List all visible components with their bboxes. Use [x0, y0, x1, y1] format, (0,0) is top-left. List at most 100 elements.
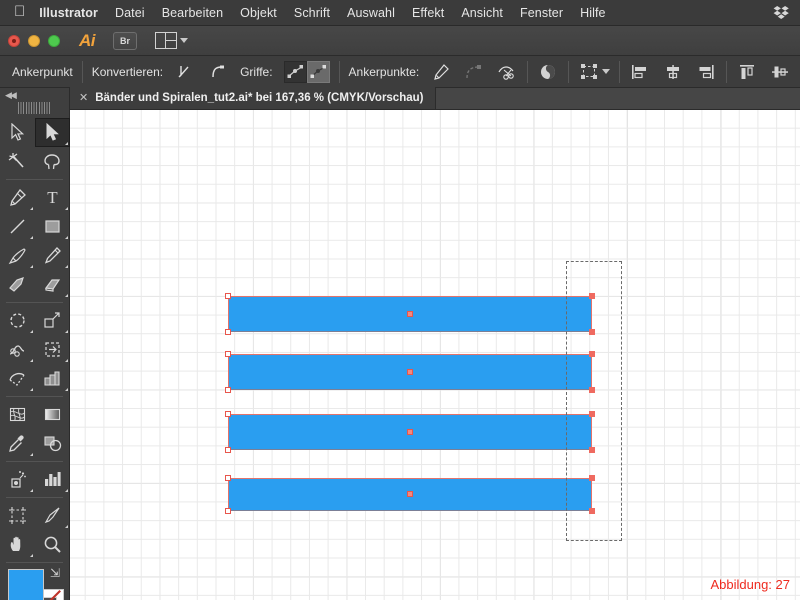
anchor-point[interactable] [225, 329, 231, 335]
direct-selection-tool[interactable] [35, 118, 70, 147]
hand-tool[interactable] [0, 530, 35, 559]
selection-marquee[interactable] [566, 261, 622, 541]
center-point[interactable] [407, 311, 413, 317]
blend-tool[interactable] [35, 429, 70, 458]
center-point[interactable] [407, 491, 413, 497]
magnifier-icon [44, 536, 61, 553]
arrow-icon [11, 123, 25, 141]
gradient-mesh-tool[interactable] [35, 364, 70, 393]
lasso-tool[interactable] [35, 147, 70, 176]
tool-divider-3 [6, 396, 63, 397]
blob-brush-tool[interactable] [0, 270, 35, 299]
menu-item-schrift[interactable]: Schrift [285, 6, 338, 20]
align-right-icon[interactable] [695, 61, 717, 83]
menu-item-datei[interactable]: Datei [107, 6, 154, 20]
eraser-icon [44, 279, 61, 292]
show-handles-icon[interactable] [283, 60, 307, 83]
center-point[interactable] [407, 369, 413, 375]
gradient-icon [44, 408, 61, 421]
menu-item-fenster[interactable]: Fenster [512, 6, 572, 20]
paintbrush-tool[interactable] [0, 241, 35, 270]
arrange-documents-button[interactable] [155, 32, 188, 49]
rectangle-tool[interactable] [35, 212, 70, 241]
convert-to-smooth-icon[interactable] [207, 61, 229, 83]
zoom-button[interactable] [48, 34, 60, 47]
anchor-point[interactable] [225, 411, 231, 417]
go-to-bridge-button[interactable]: Br [113, 31, 137, 50]
remove-anchor-icon[interactable] [463, 61, 485, 83]
menu-item-auswahl[interactable]: Auswahl [339, 6, 404, 20]
tool-group-symbols [0, 465, 69, 494]
anchor-point[interactable] [225, 447, 231, 453]
type-tool[interactable]: T [35, 183, 70, 212]
tool-flyout-indicator [65, 330, 68, 333]
add-anchor-pen-icon[interactable] [430, 61, 452, 83]
anchors-label: Ankerpunkte: [348, 64, 420, 79]
minimize-button[interactable] [28, 34, 40, 47]
align-horizontal-center-icon[interactable] [662, 61, 684, 83]
tool-group-view [0, 501, 69, 559]
rotate-tool[interactable] [0, 306, 35, 335]
hide-handles-icon[interactable] [306, 60, 330, 83]
tool-divider-5 [6, 497, 63, 498]
center-point[interactable] [407, 429, 413, 435]
selection-tool[interactable] [0, 118, 35, 147]
gradient-tool[interactable] [35, 400, 70, 429]
align-top-icon[interactable] [736, 61, 758, 83]
perspective-grid-icon [9, 373, 25, 386]
cut-path-icon[interactable] [496, 61, 518, 83]
collapse-panel-icon[interactable]: ◀◀ [0, 88, 69, 102]
pen-icon [10, 189, 26, 206]
magic-wand-tool[interactable] [0, 147, 35, 176]
width-tool[interactable] [0, 335, 35, 364]
artboard-canvas[interactable]: Abbildung: 27 [70, 110, 800, 600]
tool-flyout-indicator [30, 207, 33, 210]
zoom-tool[interactable] [35, 530, 70, 559]
menu-item-illustrator[interactable]: Illustrator [39, 6, 106, 20]
control-separator-6 [726, 60, 728, 83]
menu-item-hilfe[interactable]: Hilfe [572, 6, 615, 20]
slice-tool[interactable] [35, 501, 70, 530]
isolate-selected-object-icon[interactable] [537, 61, 559, 83]
anchor-point[interactable] [225, 387, 231, 393]
transform-panel-button[interactable] [578, 61, 611, 83]
mesh-tool[interactable] [0, 400, 35, 429]
chevron-down-icon [602, 69, 611, 74]
apple-icon[interactable]:  [14, 4, 25, 19]
line-segment-tool[interactable] [0, 212, 35, 241]
tool-group-draw: T [0, 183, 69, 299]
convert-to-corner-icon[interactable] [174, 61, 196, 83]
scale-tool[interactable] [35, 306, 70, 335]
close-tab-icon[interactable]: ✕ [79, 92, 88, 104]
perspective-grid-tool[interactable] [0, 364, 35, 393]
artboard-tool[interactable] [0, 501, 35, 530]
fill-swatch[interactable] [8, 569, 44, 600]
menu-item-objekt[interactable]: Objekt [232, 6, 286, 20]
align-left-icon[interactable] [629, 61, 651, 83]
close-button[interactable] [8, 34, 20, 47]
menu-item-bearbeiten[interactable]: Bearbeiten [153, 6, 231, 20]
shape-builder-tool[interactable] [35, 335, 70, 364]
align-vertical-center-icon[interactable] [769, 61, 791, 83]
anchor-point[interactable] [225, 293, 231, 299]
menu-item-effekt[interactable]: Effekt [403, 6, 452, 20]
swap-fill-stroke-icon[interactable]: ⇲ [50, 566, 60, 580]
pencil-tool[interactable] [35, 241, 70, 270]
tools-panel-grip[interactable] [17, 102, 52, 114]
tool-group-selection [0, 118, 70, 176]
hand-icon [10, 536, 21, 551]
pen-tool[interactable] [0, 183, 35, 212]
anchor-point[interactable] [225, 351, 231, 357]
dropbox-icon[interactable] [773, 5, 790, 21]
anchor-point[interactable] [225, 475, 231, 481]
document-tab[interactable]: ✕ Bänder und Spiralen_tut2.ai* bei 167,3… [70, 87, 437, 109]
control-options-bar: Ankerpunkt Konvertieren: Griffe: Ankerpu… [0, 56, 800, 88]
tool-flyout-indicator [30, 554, 33, 557]
column-graph-tool[interactable] [35, 465, 70, 494]
bar-graph-icon [45, 472, 61, 486]
eraser-tool[interactable] [35, 270, 70, 299]
eyedropper-tool[interactable] [0, 429, 35, 458]
anchor-point[interactable] [225, 508, 231, 514]
symbol-sprayer-tool[interactable] [0, 465, 35, 494]
menu-item-ansicht[interactable]: Ansicht [453, 6, 512, 20]
